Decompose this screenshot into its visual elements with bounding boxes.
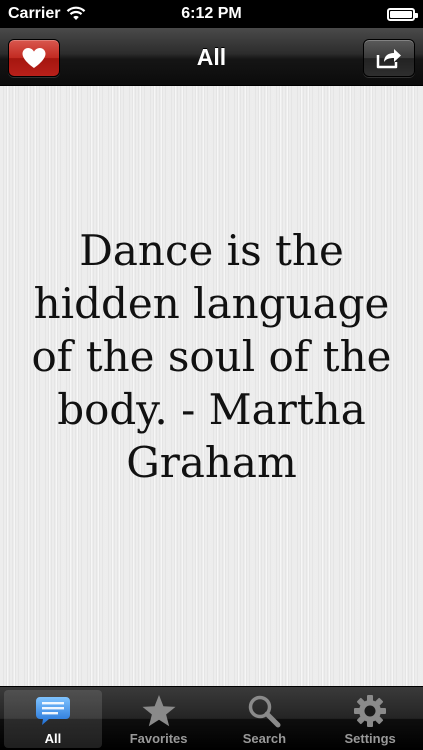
quote-text: Dance is the hidden language of the soul… [31,225,392,487]
status-right [387,0,418,28]
share-icon [376,49,401,69]
heart-icon [22,48,46,68]
tab-all-label: All [44,731,62,746]
tab-all[interactable]: All [0,687,106,750]
tab-search-label: Search [242,731,287,746]
magnifier-icon [244,693,284,729]
share-button[interactable] [363,39,415,77]
tab-search[interactable]: Search [212,687,318,750]
app-screen: Carrier 6:12 PM All Dance is the hidden … [0,0,423,750]
tab-favorites[interactable]: Favorites [106,687,212,750]
favorite-button[interactable] [8,39,60,77]
gear-icon [350,693,390,729]
tab-settings-label: Settings [344,731,396,746]
speech-bubble-icon [33,693,73,729]
nav-title: All [196,43,227,70]
quote-area: Dance is the hidden language of the soul… [0,86,423,686]
status-time: 6:12 PM [181,5,242,22]
tab-settings[interactable]: Settings [317,687,423,750]
tab-favorites-label: Favorites [129,731,188,746]
battery-icon [387,7,418,21]
navigation-bar: All [0,28,423,86]
tab-bar: All Favorites Search Settings [0,686,423,750]
star-icon [139,693,179,729]
status-bar: Carrier 6:12 PM [0,0,423,28]
